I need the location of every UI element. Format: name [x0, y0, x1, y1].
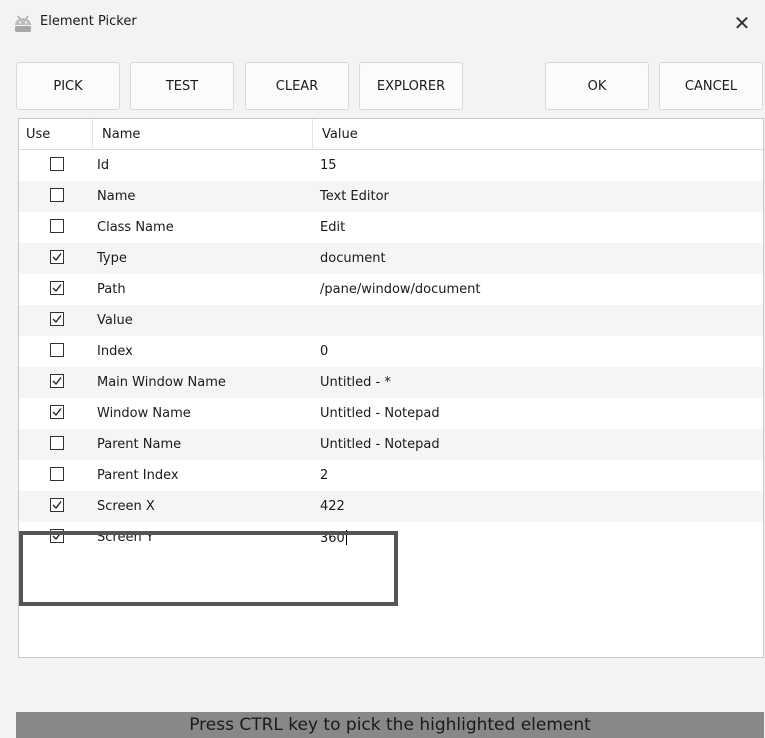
checkmark-icon: [52, 284, 62, 293]
table-row[interactable]: Screen Y 360: [19, 522, 763, 553]
property-name: Parent Name: [97, 437, 182, 452]
property-value-cell[interactable]: document: [320, 251, 386, 266]
grid-header: Use Name Value: [19, 119, 763, 150]
column-header-name[interactable]: Name: [102, 127, 140, 142]
table-row[interactable]: Parent Index 2: [19, 460, 763, 491]
checkbox-checked[interactable]: [50, 281, 64, 295]
text-caret: [345, 530, 347, 545]
property-name: Path: [97, 282, 126, 297]
status-text: Press CTRL key to pick the highlighted e…: [189, 715, 591, 735]
table-row[interactable]: Type document: [19, 243, 763, 274]
checkbox-unchecked[interactable]: [50, 219, 64, 233]
property-value-cell[interactable]: 422: [320, 499, 345, 514]
property-value: 0: [320, 344, 329, 359]
property-value-cell[interactable]: /pane/window/document: [320, 282, 481, 297]
property-value-cell[interactable]: Untitled - Notepad: [320, 406, 440, 421]
property-name: Index: [97, 344, 133, 359]
property-value: Edit: [320, 220, 346, 235]
test-button[interactable]: TEST: [130, 62, 234, 110]
table-row[interactable]: Class Name Edit: [19, 212, 763, 243]
cancel-button[interactable]: CANCEL: [659, 62, 763, 110]
property-value: 2: [320, 468, 329, 483]
close-icon: ✕: [733, 11, 751, 35]
property-value-cell[interactable]: 15: [320, 158, 337, 173]
table-row[interactable]: Path/pane/window/document: [19, 274, 763, 305]
table-row[interactable]: Value: [19, 305, 763, 336]
checkmark-icon: [52, 253, 62, 262]
checkmark-icon: [52, 408, 62, 417]
property-value: 360: [320, 531, 345, 546]
clear-button[interactable]: CLEAR: [245, 62, 349, 110]
checkbox-unchecked[interactable]: [50, 188, 64, 202]
checkbox-checked[interactable]: [50, 374, 64, 388]
checkmark-icon: [52, 532, 62, 541]
column-header-use[interactable]: Use: [26, 127, 50, 142]
property-name: Screen X: [97, 499, 155, 514]
checkbox-checked[interactable]: [50, 498, 64, 512]
property-value-cell[interactable]: 0: [320, 344, 328, 359]
property-value-cell[interactable]: Edit: [320, 220, 345, 235]
checkbox-checked[interactable]: [50, 250, 64, 264]
property-value: 15: [320, 158, 337, 173]
android-robot-icon: [15, 15, 31, 32]
table-row[interactable]: Main Window Name Untitled - *: [19, 367, 763, 398]
checkbox-unchecked[interactable]: [50, 157, 64, 171]
property-value-cell[interactable]: Untitled - *: [320, 375, 391, 390]
property-name: Parent Index: [97, 468, 179, 483]
checkbox-checked[interactable]: [50, 405, 64, 419]
checkmark-icon: [52, 501, 62, 510]
property-name: Value: [97, 313, 133, 328]
column-header-value[interactable]: Value: [322, 127, 358, 142]
table-row[interactable]: Id 15: [19, 150, 763, 181]
properties-grid: Use Name Value Id 15 Name Text Editor Class …: [18, 118, 764, 658]
checkbox-checked[interactable]: [50, 312, 64, 326]
window-title: Element Picker: [40, 14, 137, 29]
property-value: Text Editor: [320, 189, 389, 204]
status-bar: Press CTRL key to pick the highlighted e…: [16, 712, 764, 738]
property-name: Id: [97, 158, 110, 173]
checkbox-unchecked[interactable]: [50, 343, 64, 357]
property-value-cell[interactable]: Untitled - Notepad: [320, 437, 440, 452]
property-value-cell[interactable]: 360: [320, 530, 347, 546]
checkmark-icon: [52, 377, 62, 386]
table-row[interactable]: Screen X 422: [19, 491, 763, 522]
property-value: Untitled - *: [320, 375, 391, 390]
table-row[interactable]: Name Text Editor: [19, 181, 763, 212]
property-name: Window Name: [97, 406, 191, 421]
property-value: Untitled - Notepad: [320, 437, 440, 452]
property-value: Untitled - Notepad: [320, 406, 440, 421]
pick-button[interactable]: PICK: [16, 62, 120, 110]
table-row[interactable]: Window Name Untitled - Notepad: [19, 398, 763, 429]
checkbox-checked[interactable]: [50, 529, 64, 543]
property-name: Main Window Name: [97, 375, 226, 390]
property-value: 422: [320, 499, 345, 514]
property-name: Name: [97, 189, 136, 204]
property-name: Class Name: [97, 220, 174, 235]
table-row[interactable]: Parent Name Untitled - Notepad: [19, 429, 763, 460]
column-divider[interactable]: [92, 119, 93, 149]
property-value: /pane/window/document: [320, 282, 481, 297]
property-value-cell[interactable]: 2: [320, 468, 328, 483]
property-name: Screen Y: [97, 530, 154, 545]
close-button[interactable]: ✕: [719, 0, 765, 46]
property-name: Type: [97, 251, 127, 266]
table-row[interactable]: Index 0: [19, 336, 763, 367]
property-value: document: [320, 251, 386, 266]
checkmark-icon: [52, 315, 62, 324]
explorer-button[interactable]: EXPLORER: [359, 62, 463, 110]
ok-button[interactable]: OK: [545, 62, 649, 110]
title-bar: Element Picker ✕: [0, 0, 765, 46]
column-divider[interactable]: [312, 119, 313, 149]
checkbox-unchecked[interactable]: [50, 467, 64, 481]
checkbox-unchecked[interactable]: [50, 436, 64, 450]
property-value-cell[interactable]: Text Editor: [320, 189, 389, 204]
dialog-body: PICK TEST CLEAR EXPLORER OK CANCEL Use N…: [0, 46, 765, 738]
